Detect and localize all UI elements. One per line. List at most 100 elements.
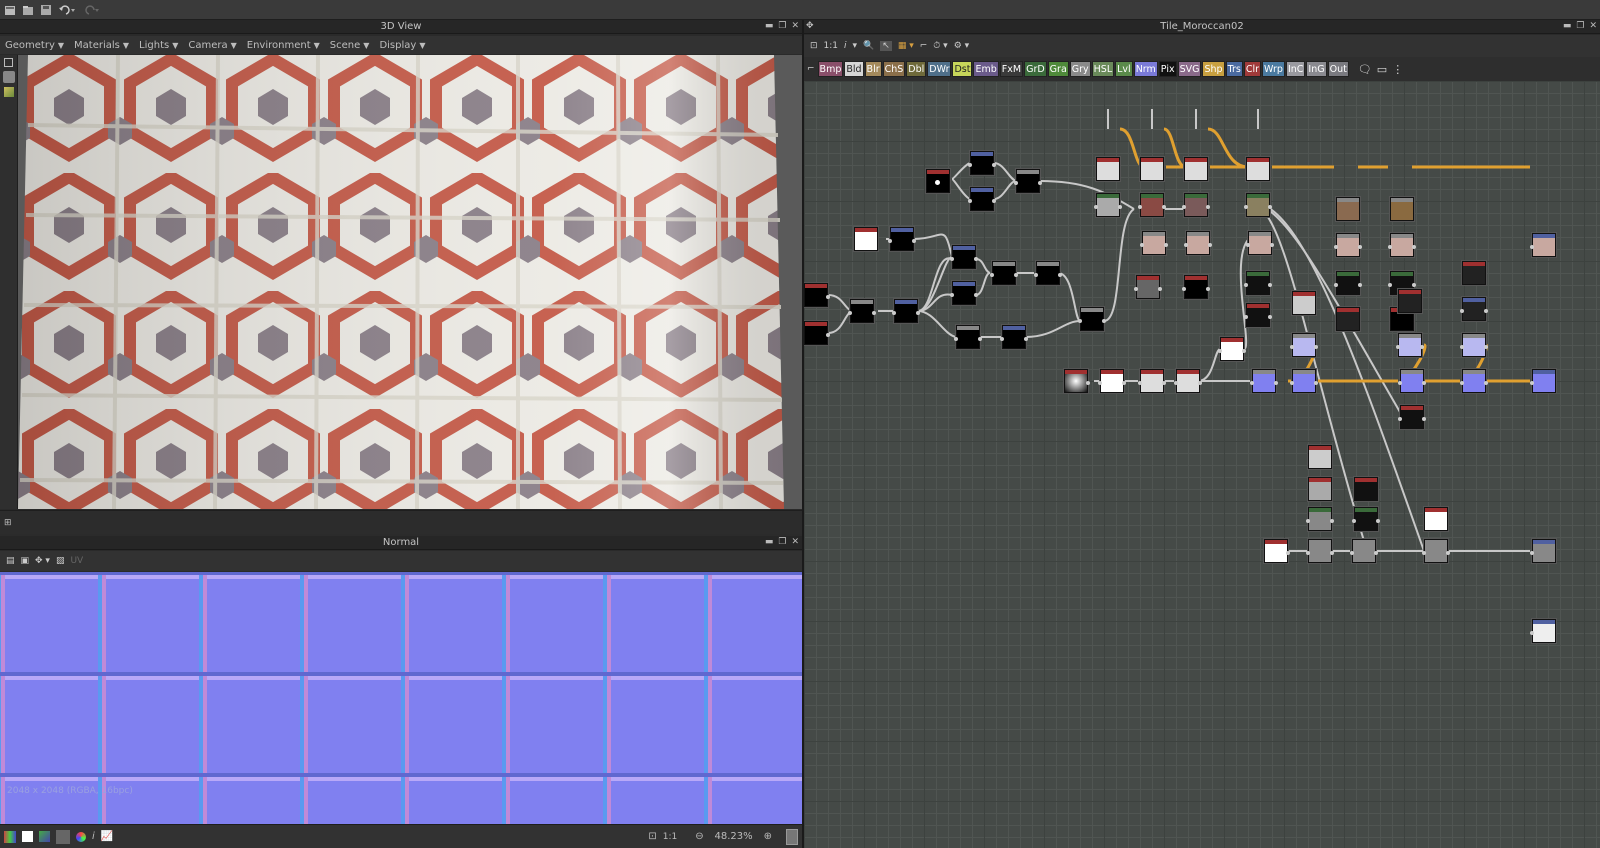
color-mode-icon[interactable] <box>4 830 16 843</box>
dropdown-icon[interactable]: ▾ <box>853 41 858 51</box>
save-image-icon[interactable]: ▣ <box>21 556 30 566</box>
node-blend-color-c[interactable] <box>1246 231 1274 255</box>
node-dark-j[interactable] <box>1460 297 1488 321</box>
pin-icon[interactable]: ▬ <box>765 21 774 31</box>
uv-toggle[interactable]: UV <box>70 556 83 566</box>
library-fxm[interactable]: FxM <box>999 61 1024 77</box>
node-uniform-color[interactable] <box>926 169 950 193</box>
zoom-in-icon[interactable]: ⊕ <box>764 831 772 842</box>
node-blend-shape[interactable] <box>1014 169 1042 193</box>
zoom-out-icon[interactable]: ⊖ <box>695 831 703 842</box>
node-mask-b[interactable] <box>1182 275 1210 299</box>
save-icon[interactable] <box>39 3 53 17</box>
node-output-height[interactable] <box>1530 619 1556 643</box>
library-hsl[interactable]: HSL <box>1091 61 1115 77</box>
node-normal-a[interactable] <box>1250 369 1278 393</box>
library-bmp[interactable]: Bmp <box>817 61 844 77</box>
library-lvl[interactable]: Lvl <box>1115 61 1133 77</box>
library-pix[interactable]: Pix <box>1158 61 1177 77</box>
pin-icon[interactable]: ▬ <box>1563 21 1572 31</box>
redo-icon[interactable] <box>81 3 101 17</box>
restore-icon[interactable]: ❐ <box>778 537 786 547</box>
node-grad-a[interactable] <box>1094 193 1122 217</box>
node-dark-k[interactable] <box>1354 477 1378 501</box>
frame-icon[interactable]: ⊡ <box>810 41 818 51</box>
library-dst[interactable]: Dst <box>952 61 973 77</box>
frame-node-icon[interactable]: ▭ <box>1377 63 1387 76</box>
node-normal-c[interactable] <box>1290 333 1318 357</box>
node-output-basecolor[interactable] <box>1530 233 1556 257</box>
menu-display[interactable]: Display ▼ <box>379 40 425 51</box>
node-grad-d[interactable] <box>1244 193 1272 217</box>
node-x-shape-b[interactable] <box>1034 261 1062 285</box>
node-grey-a[interactable] <box>1306 539 1334 563</box>
node-grunge-a[interactable] <box>1308 445 1332 469</box>
camera-tool-icon[interactable] <box>3 71 15 83</box>
node-dark-h[interactable] <box>1398 405 1426 429</box>
node-t-shape[interactable] <box>888 227 916 251</box>
export-icon[interactable] <box>4 58 13 67</box>
node-grey-c[interactable] <box>1422 539 1450 563</box>
node-x-shape-c[interactable] <box>1078 307 1106 331</box>
node-noise-c[interactable] <box>1184 157 1208 181</box>
open-folder-icon[interactable] <box>21 3 35 17</box>
library-clr[interactable]: Clr <box>1243 61 1262 77</box>
node-dark-a[interactable] <box>1244 271 1272 295</box>
node-shape-a[interactable] <box>968 151 996 175</box>
node-white-b[interactable] <box>1098 369 1126 393</box>
node-blend-color-d[interactable] <box>1334 233 1362 257</box>
layout-icon[interactable]: ⊞ <box>4 518 12 528</box>
zoom-value[interactable]: 48.23% <box>710 831 758 842</box>
node-checker-a[interactable] <box>1138 369 1166 393</box>
pin-icon[interactable]: ▬ <box>765 537 774 547</box>
node-normal-d[interactable] <box>1396 333 1424 357</box>
node-grunge-b[interactable] <box>1308 477 1332 501</box>
node-grad-b[interactable] <box>1138 193 1166 217</box>
menu-environment[interactable]: Environment ▼ <box>247 40 320 51</box>
menu-geometry[interactable]: Geometry ▼ <box>5 40 64 51</box>
white-swatch-icon[interactable] <box>22 831 33 842</box>
library-out[interactable]: Out <box>1327 61 1349 77</box>
node-dark-c[interactable] <box>1334 271 1362 295</box>
library-wrp[interactable]: Wrp <box>1262 61 1285 77</box>
library-dbl[interactable]: Dbl <box>906 61 927 77</box>
node-noise-b[interactable] <box>1140 157 1164 181</box>
node-chevron-b[interactable] <box>950 281 978 305</box>
grid-icon[interactable]: ▦ ▾ <box>898 41 914 51</box>
library-svg[interactable]: SVG <box>1177 61 1202 77</box>
node-bracket[interactable] <box>1000 325 1028 349</box>
graph-move-icon[interactable]: ✥ <box>806 21 814 31</box>
close-icon[interactable]: ✕ <box>791 21 799 31</box>
node-hex-outline-a[interactable] <box>848 299 876 323</box>
node-normal-g[interactable] <box>1460 369 1488 393</box>
node-x-shape-a[interactable] <box>990 261 1018 285</box>
transform-icon[interactable]: ✥ ▾ <box>35 556 50 566</box>
histogram-icon[interactable]: 📈 <box>101 831 113 842</box>
pointer-icon[interactable]: ↖ <box>880 41 892 51</box>
library-trs[interactable]: Trs <box>1225 61 1243 77</box>
node-output-roughness[interactable] <box>1530 539 1556 563</box>
library-shp[interactable]: Shp <box>1202 61 1225 77</box>
graph-canvas[interactable] <box>804 81 1600 848</box>
node-dark-l[interactable] <box>1352 507 1380 531</box>
node-mask-a[interactable] <box>1134 275 1162 299</box>
menu-camera[interactable]: Camera ▼ <box>188 40 236 51</box>
pin-node-icon[interactable]: ⋮ <box>1392 63 1403 76</box>
menu-scene[interactable]: Scene ▼ <box>330 40 370 51</box>
normal-viewport[interactable]: 2048 x 2048 (RGBA, 16bpc) <box>0 572 802 824</box>
node-shape-b[interactable] <box>968 187 996 211</box>
library-ing[interactable]: InG <box>1306 61 1327 77</box>
node-grad-c[interactable] <box>1182 193 1210 217</box>
node-noise-e[interactable] <box>1292 291 1316 315</box>
node-input-hex-b[interactable] <box>804 321 830 345</box>
node-dark-i[interactable] <box>1462 261 1486 285</box>
image-icon[interactable]: ▨ <box>56 556 65 566</box>
node-checker-b[interactable] <box>1174 369 1202 393</box>
library-chs[interactable]: ChS <box>882 61 906 77</box>
node-chevron-a[interactable] <box>950 245 978 269</box>
library-emb[interactable]: Emb <box>973 61 999 77</box>
library-gra[interactable]: Gra <box>1047 61 1069 77</box>
node-blend-color-e[interactable] <box>1388 233 1416 257</box>
node-grunge-c[interactable] <box>1306 507 1334 531</box>
checker-icon[interactable] <box>56 829 70 844</box>
